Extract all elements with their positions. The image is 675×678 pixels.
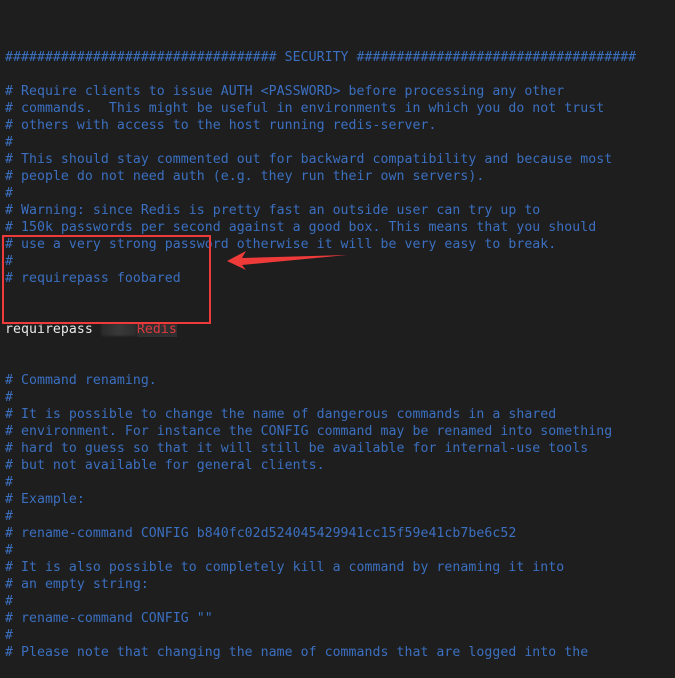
- code-line: #: [5, 628, 13, 643]
- arrow-icon: [227, 251, 347, 270]
- code-line: # an empty string:: [5, 577, 149, 592]
- code-line: #: [5, 594, 13, 609]
- code-line: # Please note that changing the name of …: [5, 645, 589, 660]
- code-line: # rename-command CONFIG "": [5, 611, 213, 626]
